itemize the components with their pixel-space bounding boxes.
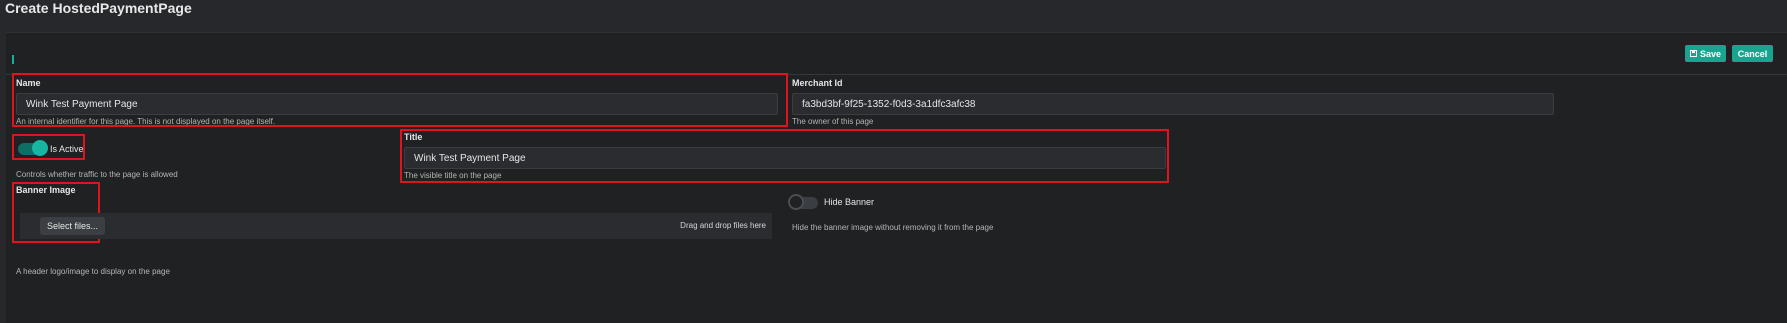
is-active-highlight bbox=[12, 134, 85, 160]
toggle-knob bbox=[788, 194, 804, 210]
hide-banner-help: Hide the banner image without removing i… bbox=[792, 223, 994, 232]
hide-banner-label: Hide Banner bbox=[824, 197, 875, 207]
floppy-disk-icon bbox=[1689, 50, 1697, 57]
drop-hint: Drag and drop files here bbox=[680, 221, 766, 230]
page-title: Create HostedPaymentPage bbox=[5, 0, 192, 16]
title-highlight bbox=[400, 129, 1169, 183]
form-panel: Save Cancel Name Wink Test Payment Page … bbox=[6, 32, 1787, 323]
banner-image-dropzone[interactable]: Select files... Drag and drop files here bbox=[20, 213, 772, 239]
hide-banner-toggle[interactable] bbox=[788, 194, 818, 210]
is-active-help: Controls whether traffic to the page is … bbox=[16, 170, 178, 179]
banner-image-help: A header logo/image to display on the pa… bbox=[16, 267, 170, 276]
cancel-button[interactable]: Cancel bbox=[1732, 45, 1773, 62]
merchant-id-input[interactable]: fa3bd3bf-9f25-1352-f0d3-3a1dfc3afc38 bbox=[792, 93, 1554, 115]
merchant-id-help: The owner of this page bbox=[792, 117, 874, 126]
name-highlight bbox=[12, 73, 788, 127]
save-button-label: Save bbox=[1699, 48, 1722, 59]
save-button[interactable]: Save bbox=[1685, 45, 1726, 62]
text-cursor bbox=[12, 55, 14, 64]
select-files-button[interactable]: Select files... bbox=[40, 217, 106, 235]
merchant-id-label: Merchant Id bbox=[792, 78, 843, 88]
